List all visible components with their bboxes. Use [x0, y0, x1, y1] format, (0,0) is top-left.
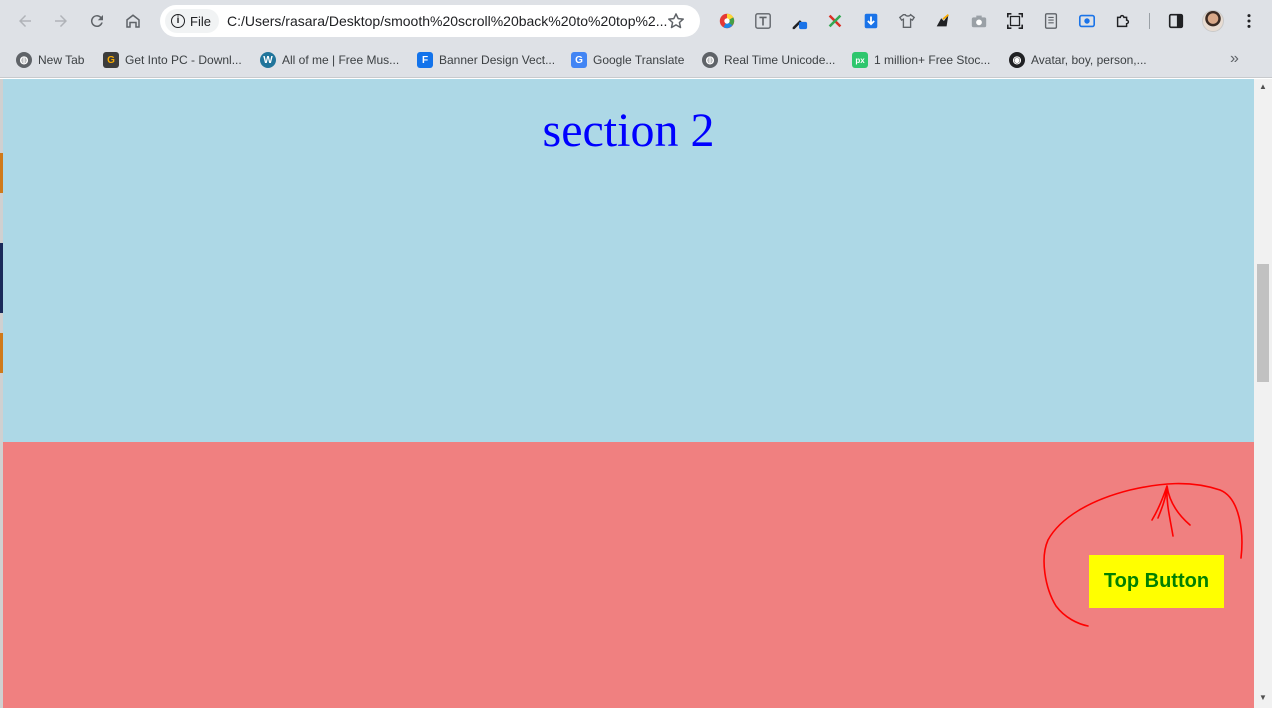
back-to-top-button[interactable]: Top Button [1089, 555, 1224, 608]
section-2-heading: section 2 [542, 104, 715, 157]
forward-button[interactable] [47, 7, 75, 35]
bookmark-label: Real Time Unicode... [724, 53, 836, 67]
pixabay-icon: px [852, 52, 868, 68]
bookmark-label: All of me | Free Mus... [282, 53, 400, 67]
bookmark-real-time-unicode[interactable]: ◍ Real Time Unicode... [702, 50, 835, 70]
camera-extension-icon[interactable] [968, 10, 990, 32]
page-viewport: section 2 ▲ ▼ [0, 79, 1272, 708]
tshirt-extension-icon[interactable] [896, 10, 918, 32]
bookmark-banner-design[interactable]: F Banner Design Vect... [417, 50, 555, 70]
eyedropper-extension-icon[interactable] [788, 10, 810, 32]
record-extension-icon[interactable] [1076, 10, 1098, 32]
vertical-scrollbar[interactable]: ▲ ▼ [1254, 79, 1272, 708]
section-3 [3, 442, 1254, 708]
extensions-puzzle-icon[interactable] [1112, 10, 1134, 32]
bookmark-label: New Tab [38, 53, 85, 67]
bookmark-new-tab[interactable]: ◍ New Tab [16, 50, 84, 70]
scrollbar-thumb[interactable] [1257, 264, 1269, 382]
reload-icon [90, 15, 103, 28]
ninja-extension-icon[interactable] [932, 10, 954, 32]
download-extension-icon[interactable] [860, 10, 882, 32]
toolbar-divider [1149, 13, 1150, 29]
google-translate-icon: G [571, 52, 587, 68]
bookmark-free-stock[interactable]: px 1 million+ Free Stoc... [852, 50, 990, 70]
browser-toolbar: i File C:/Users/rasara/Desktop/smooth%20… [0, 0, 1272, 42]
side-panel-icon[interactable] [1165, 10, 1187, 32]
globe-icon: ◍ [702, 52, 718, 68]
arrow-right-icon [55, 15, 67, 27]
site-info-chip[interactable]: i File [165, 9, 219, 33]
wordpress-icon: W [260, 52, 276, 68]
cross-tool-extension-icon[interactable] [824, 10, 846, 32]
back-button[interactable] [11, 7, 39, 35]
address-bar[interactable]: i File C:/Users/rasara/Desktop/smooth%20… [160, 5, 700, 37]
globe-icon: ◍ [16, 52, 32, 68]
bookmark-google-translate[interactable]: G Google Translate [571, 50, 684, 70]
bookmark-label: Avatar, boy, person,... [1031, 53, 1147, 67]
bookmark-label: Google Translate [593, 53, 685, 67]
bookmark-star-icon[interactable] [666, 11, 686, 31]
more-menu-icon[interactable] [1238, 10, 1260, 32]
bookmark-label: 1 million+ Free Stoc... [874, 53, 991, 67]
scroll-down-arrow-icon[interactable]: ▼ [1258, 693, 1268, 703]
bookmark-avatar[interactable]: ◉ Avatar, boy, person,... [1009, 50, 1147, 70]
home-button[interactable] [119, 7, 147, 35]
section-2: section 2 [3, 79, 1254, 442]
getintopc-icon: G [103, 52, 119, 68]
eye-icon: ◉ [1009, 52, 1025, 68]
bookmark-all-of-me[interactable]: W All of me | Free Mus... [260, 50, 399, 70]
info-icon: i [171, 14, 185, 28]
reader-extension-icon[interactable] [1040, 10, 1062, 32]
bookmark-label: Banner Design Vect... [439, 53, 556, 67]
url-text[interactable]: C:/Users/rasara/Desktop/smooth%20scroll%… [227, 13, 667, 29]
profile-avatar[interactable] [1202, 10, 1224, 32]
screen-capture-extension-icon[interactable] [1004, 10, 1026, 32]
freepik-icon: F [417, 52, 433, 68]
font-extension-icon[interactable] [752, 10, 774, 32]
bookmark-label: Get Into PC - Downl... [125, 53, 242, 67]
color-picker-extension-icon[interactable] [716, 10, 738, 32]
home-icon [126, 14, 140, 28]
arrow-left-icon [19, 15, 31, 27]
scroll-up-arrow-icon[interactable]: ▲ [1258, 82, 1268, 92]
more-bookmarks-chevron-icon[interactable]: » [1230, 50, 1239, 68]
bookmarks-bar: ◍ New Tab G Get Into PC - Downl... W All… [0, 42, 1272, 78]
reload-button[interactable] [83, 7, 111, 35]
bookmark-getintopc[interactable]: G Get Into PC - Downl... [103, 50, 242, 70]
site-chip-label: File [190, 13, 211, 29]
